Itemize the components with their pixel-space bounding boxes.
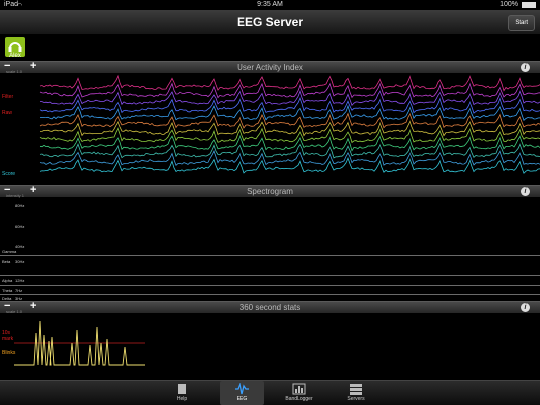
eeg-wave-icon: [235, 383, 249, 395]
raw-label: Raw: [2, 110, 13, 116]
help-page-icon: [178, 384, 186, 394]
band-label-alpha: Alpha: [2, 278, 13, 283]
tab-label: Help: [176, 396, 188, 402]
eeg-traces-chart: [39, 74, 540, 174]
eeg-trace-line: [39, 149, 540, 166]
band-freq-theta: 7Hz: [15, 288, 23, 293]
activity-panel-title: User Activity Index: [237, 63, 303, 72]
eeg-trace-line: [39, 112, 540, 129]
tab-label: BandLogger: [285, 396, 313, 402]
bar-chart-icon: [292, 383, 306, 395]
blinks-label: Blinks: [2, 350, 16, 356]
tab-label: Servers: [347, 396, 365, 402]
band-divider: [0, 275, 540, 276]
user-name: Alex: [9, 53, 21, 59]
eeg-trace-line: [39, 104, 540, 121]
tab-bandlogger[interactable]: BandLogger: [277, 381, 321, 405]
info-icon[interactable]: i: [521, 187, 530, 196]
stats-panel-title: 360 second stats: [239, 303, 301, 312]
server-stack-icon: [350, 384, 362, 395]
start-button[interactable]: Start: [508, 15, 535, 31]
eeg-trace-line: [39, 97, 540, 114]
band-divider: [0, 294, 540, 295]
eeg-trace-line: [39, 142, 540, 159]
band-freq-alpha: 12Hz: [15, 278, 25, 283]
clock: 9:35 AM: [257, 1, 283, 8]
stats-panel-header: − + scale 1.0 360 second stats i: [0, 301, 540, 314]
page-title: EEG Server: [236, 15, 304, 29]
eeg-trace-line: [39, 82, 540, 99]
band-label-theta: Theta: [2, 288, 13, 293]
tab-bar: Help EEG BandLogger Servers: [0, 380, 540, 405]
spectrogram-panel-title: Spectrogram: [247, 187, 293, 196]
eeg-trace-line: [39, 120, 540, 137]
info-icon[interactable]: i: [521, 63, 530, 72]
score-label: Score: [2, 171, 16, 177]
activity-panel-header: − + scale 1.0 User Activity Index i: [0, 61, 540, 74]
band-freq-beta: 30Hz: [15, 259, 25, 264]
info-icon[interactable]: i: [521, 303, 530, 312]
blink-stats-chart: [14, 320, 145, 366]
battery-percent: 100%: [500, 1, 518, 8]
status-bar: iPad ◠ 9:35 AM 100%: [0, 0, 540, 10]
freq-label-80: 80Hz: [15, 203, 25, 208]
freq-label-60: 60Hz: [15, 224, 25, 229]
band-label-gamma: Gamma: [2, 249, 17, 254]
tab-eeg[interactable]: EEG: [220, 381, 264, 405]
battery-icon: [522, 2, 536, 8]
eeg-trace-line: [39, 74, 540, 92]
navigation-bar: EEG Server Start: [0, 10, 540, 35]
band-label-beta: Beta: [2, 259, 11, 264]
eeg-trace-line: [39, 134, 540, 152]
band-divider: [0, 285, 540, 286]
freq-label-40: 40Hz: [15, 244, 25, 249]
spectrogram-panel-header: − + intensity 1 Spectrogram i: [0, 185, 540, 198]
ten-second-mark-label: 10s mark: [2, 330, 14, 342]
tab-servers[interactable]: Servers: [334, 381, 378, 405]
tab-label: EEG: [236, 396, 248, 402]
band-divider: [0, 255, 540, 256]
tab-help[interactable]: Help: [160, 381, 204, 405]
filter-label: Filter: [2, 94, 14, 100]
